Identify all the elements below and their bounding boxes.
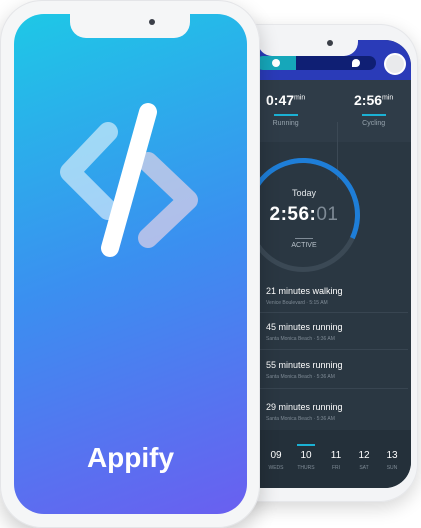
today-label: Today — [291, 188, 317, 198]
active-label: ACTIVE — [291, 242, 317, 249]
camera-icon — [327, 40, 333, 46]
day-selector: 09 WEDS 10 THURS 11 FRI 12 SAT 13 SUN — [236, 430, 411, 488]
day-item[interactable]: 12 SAT — [352, 450, 376, 471]
stat-unit: min — [382, 94, 394, 102]
list-item[interactable]: 29 minutes running Santa Monica Beach · … — [266, 402, 343, 422]
activity-title: 29 minutes running — [266, 402, 343, 412]
app-name: Appify — [86, 442, 175, 473]
avatar[interactable] — [384, 53, 406, 75]
day-label: FRI — [331, 465, 341, 471]
time-main: 2:56: — [269, 204, 317, 225]
back-phone-screen: 0:47min Running 2:56min Cycling Today 2:… — [236, 40, 411, 488]
stats-row: 0:47min Running 2:56min Cycling — [236, 80, 411, 180]
activity-subtitle: Santa Monica Beach · 5:36 AM — [266, 416, 335, 422]
divider — [258, 312, 408, 313]
day-item[interactable]: 09 WEDS — [264, 450, 288, 471]
day-item-selected[interactable]: 10 THURS — [294, 444, 318, 471]
list-item[interactable]: 21 minutes walking Venice Boulevard · 5:… — [266, 286, 343, 306]
list-item[interactable]: 55 minutes running Santa Monica Beach · … — [266, 360, 343, 380]
divider — [258, 349, 408, 350]
day-label: SUN — [386, 465, 398, 471]
day-number: 09 — [270, 450, 282, 461]
divider — [258, 388, 408, 389]
stat-value: 2:56 — [354, 92, 383, 108]
stat-underline — [361, 114, 386, 116]
camera-icon — [149, 19, 155, 25]
stat-label: Running — [272, 120, 299, 127]
day-label: SAT — [359, 465, 369, 471]
day-number: 10 — [300, 450, 312, 461]
active-divider — [295, 238, 313, 239]
stat-value: 0:47 — [266, 92, 295, 108]
day-label: THURS — [297, 465, 315, 471]
day-item[interactable]: 13 SUN — [380, 450, 404, 471]
selected-indicator — [297, 444, 315, 446]
activity-toggle[interactable] — [256, 56, 376, 70]
code-logo-icon — [60, 103, 198, 257]
day-item[interactable]: 11 FRI — [324, 450, 348, 471]
stat-label: Cycling — [362, 120, 386, 127]
stat-unit: min — [294, 94, 306, 102]
day-number: 11 — [330, 450, 342, 461]
back-phone-notch — [258, 32, 358, 56]
stat-running: 0:47min Running — [266, 92, 305, 127]
day-number: 13 — [386, 450, 398, 461]
activity-subtitle: Santa Monica Beach · 5:36 AM — [266, 336, 335, 342]
activity-title: 21 minutes walking — [266, 286, 343, 296]
drop-icon — [352, 59, 360, 67]
stat-underline — [273, 114, 298, 116]
list-item[interactable]: 45 minutes running Santa Monica Beach · … — [266, 322, 343, 342]
active-time: 2:56:01 — [254, 204, 354, 226]
stat-cycling: 2:56min Cycling — [354, 92, 393, 127]
activity-title: 45 minutes running — [266, 322, 343, 332]
time-seconds: 01 — [316, 204, 339, 225]
activity-title: 55 minutes running — [266, 360, 343, 370]
day-number: 12 — [358, 450, 370, 461]
activity-subtitle: Santa Monica Beach · 5:36 AM — [266, 374, 335, 380]
activity-subtitle: Venice Boulevard · 5:15 AM — [266, 300, 328, 306]
day-label: WEDS — [268, 465, 284, 471]
timer-icon — [272, 59, 280, 67]
front-phone-notch — [70, 14, 190, 38]
